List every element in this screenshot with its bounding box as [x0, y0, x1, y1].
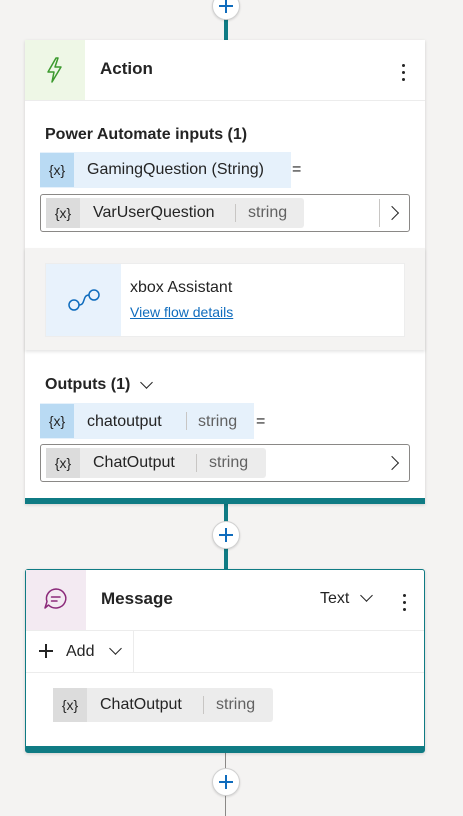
- message-type-label: Text: [320, 590, 350, 607]
- variable-icon: {x}: [40, 153, 74, 187]
- input-value-name: VarUserQuestion: [93, 204, 215, 221]
- outputs-heading: Outputs (1): [45, 376, 131, 393]
- input-variable-name: GamingQuestion (String): [87, 161, 264, 178]
- variable-icon: {x}: [40, 404, 74, 438]
- action-card-header: Action: [25, 40, 425, 101]
- plus-icon: [39, 644, 53, 658]
- variable-icon: {x}: [53, 688, 87, 722]
- view-flow-details-link[interactable]: View flow details: [130, 304, 233, 320]
- chevron-down-icon: [140, 376, 153, 389]
- variable-icon: {x}: [46, 448, 80, 478]
- chevron-down-icon: [109, 642, 122, 655]
- output-variable-chip[interactable]: {x} chatoutput string: [40, 403, 254, 439]
- output-equals-sign: =: [256, 413, 266, 430]
- output-value-type: string: [209, 454, 249, 471]
- add-label: Add: [66, 643, 95, 660]
- input-value-field[interactable]: {x} VarUserQuestion string: [40, 194, 410, 232]
- flow-card[interactable]: xbox Assistant View flow details: [45, 263, 405, 337]
- output-variable-name: chatoutput: [87, 413, 162, 430]
- message-type-dropdown[interactable]: Text: [320, 589, 380, 611]
- variable-icon: {x}: [46, 198, 80, 228]
- action-card[interactable]: Action Power Automate inputs (1) {x} Gam…: [25, 40, 425, 504]
- chevron-down-icon: [360, 589, 373, 602]
- outputs-toggle[interactable]: Outputs (1): [45, 376, 157, 398]
- chevron-right-icon[interactable]: [384, 455, 400, 471]
- inputs-heading: Power Automate inputs (1): [45, 126, 248, 143]
- flow-section: xbox Assistant View flow details: [25, 248, 425, 350]
- output-value-field[interactable]: {x} ChatOutput string: [40, 444, 410, 482]
- message-card[interactable]: Message Text Add {x} ChatOutput string: [25, 569, 425, 753]
- message-more-options-button[interactable]: [395, 591, 415, 615]
- output-value-pill: {x} ChatOutput string: [46, 448, 266, 478]
- input-value-type: string: [248, 204, 288, 221]
- input-variable-chip[interactable]: {x} GamingQuestion (String): [40, 152, 291, 188]
- message-variable-chip[interactable]: {x} ChatOutput string: [53, 688, 273, 722]
- output-value-name: ChatOutput: [93, 454, 175, 471]
- action-card-title: Action: [100, 59, 153, 78]
- message-card-header: Message Text: [26, 570, 424, 631]
- chevron-right-icon[interactable]: [384, 205, 400, 221]
- message-variable-type: string: [216, 696, 256, 713]
- output-variable-type: string: [198, 413, 238, 430]
- chat-icon: [26, 570, 86, 630]
- action-more-options-button[interactable]: [394, 61, 414, 85]
- lightning-icon: [25, 40, 85, 100]
- add-node-button-middle[interactable]: [212, 521, 240, 549]
- flow-name: xbox Assistant: [130, 279, 233, 296]
- message-card-title: Message: [101, 589, 173, 608]
- input-value-pill: {x} VarUserQuestion string: [46, 198, 304, 228]
- input-equals-sign: =: [292, 161, 302, 178]
- add-node-button-bottom[interactable]: [212, 768, 240, 796]
- message-variable-name: ChatOutput: [100, 696, 182, 713]
- add-content-button[interactable]: Add: [26, 630, 134, 672]
- flow-icon: [46, 264, 121, 336]
- add-node-button-top[interactable]: [212, 0, 240, 20]
